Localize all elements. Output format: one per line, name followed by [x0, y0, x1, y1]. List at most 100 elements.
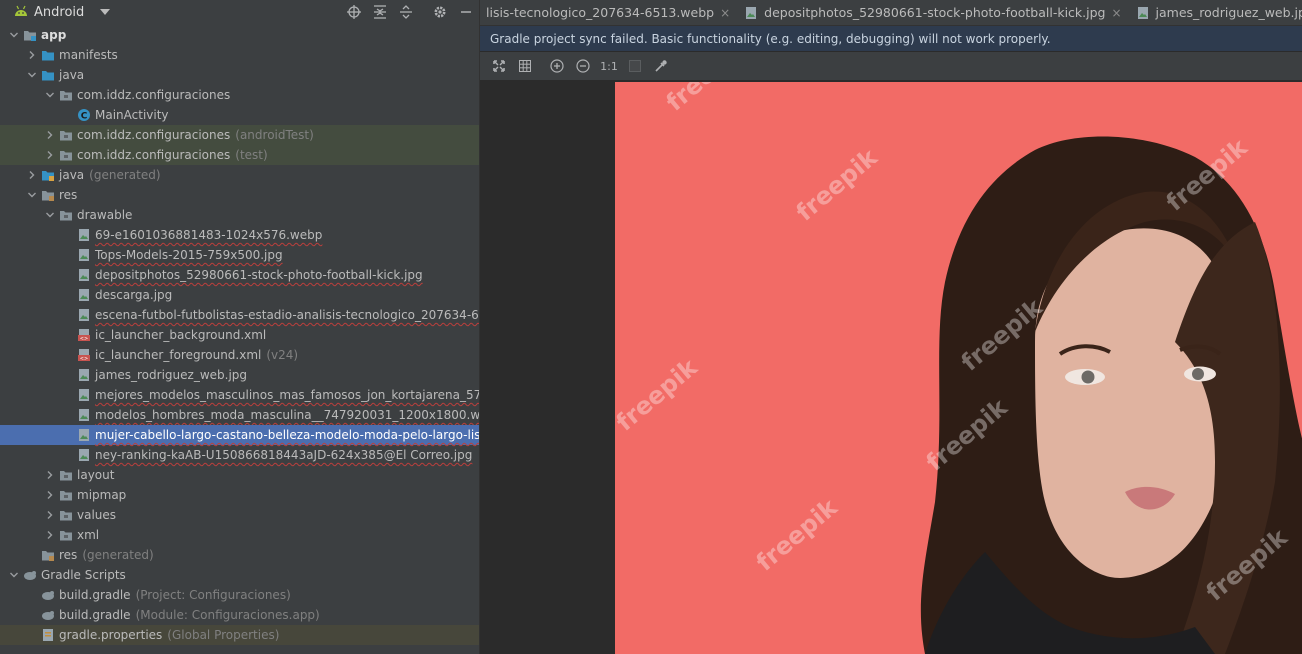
chevron-down-icon[interactable] — [42, 85, 58, 105]
tree-item[interactable]: mejores_modelos_masculinos_mas_famosos_j… — [0, 385, 479, 405]
tree-item[interactable]: <> ic_launcher_background.xml — [0, 325, 479, 345]
tree-item[interactable]: java (generated) — [0, 165, 479, 185]
tree-item-label: manifests — [59, 48, 118, 62]
chevron-right-icon[interactable] — [42, 525, 58, 545]
chevron-right-icon[interactable] — [24, 45, 40, 65]
chevron-right-icon[interactable] — [42, 485, 58, 505]
expand-all-icon[interactable] — [393, 0, 419, 24]
package-icon — [58, 85, 74, 105]
tree-item[interactable]: depositphotos_52980661-stock-photo-footb… — [0, 265, 479, 285]
zoom-out-icon[interactable] — [570, 52, 596, 80]
tree-item-label: gradle.properties — [59, 628, 163, 642]
project-view-selector[interactable]: Android — [0, 0, 111, 24]
tree-item[interactable]: Tops-Models-2015-759x500.jpg — [0, 245, 479, 265]
tree-item-label: layout — [77, 468, 115, 482]
tree-item[interactable]: C MainActivity — [0, 105, 479, 125]
tree-item[interactable]: gradle.properties (Global Properties) — [0, 625, 479, 645]
tree-item-suffix: (generated) — [89, 168, 161, 182]
chevron-right-icon[interactable] — [42, 145, 58, 165]
chevron-down-icon[interactable] — [6, 565, 22, 585]
class-icon: C — [76, 105, 92, 125]
tree-item[interactable]: ney-ranking-kaAB-U150866818443aJD-624x38… — [0, 445, 479, 465]
grid-icon[interactable] — [512, 52, 538, 80]
tree-item[interactable]: com.iddz.configuraciones (androidTest) — [0, 125, 479, 145]
tree-item[interactable]: 69-e1601036881483-1024x576.webp — [0, 225, 479, 245]
package-icon — [58, 205, 74, 225]
tree-item[interactable]: <> ic_launcher_foreground.xml (v24) — [0, 345, 479, 365]
eyedropper-icon[interactable] — [648, 52, 674, 80]
tree-item[interactable]: build.gradle (Project: Configuraciones) — [0, 585, 479, 605]
tree-item[interactable]: build.gradle (Module: Configuraciones.app… — [0, 605, 479, 625]
gear-icon[interactable] — [427, 0, 453, 24]
tree-item[interactable]: xml — [0, 525, 479, 545]
tree-item-label: mejores_modelos_masculinos_mas_famosos_j… — [95, 388, 479, 402]
tree-item[interactable]: app — [0, 25, 479, 45]
tree-item-label: java — [59, 168, 85, 182]
tree-item[interactable]: layout — [0, 465, 479, 485]
tree-item-label: res — [59, 188, 78, 202]
tree-item-label: values — [77, 508, 117, 522]
editor-tab[interactable]: depositphotos_52980661-stock-photo-footb… — [738, 0, 1129, 25]
editor-tab[interactable]: lisis-tecnologico_207634-6513.webp × — [480, 0, 738, 25]
chevron-down-icon[interactable] — [42, 205, 58, 225]
tree-item[interactable]: values — [0, 505, 479, 525]
gradle-icon — [40, 605, 56, 625]
tree-item-label: ic_launcher_background.xml — [95, 328, 267, 342]
chevron-right-icon[interactable] — [24, 165, 40, 185]
tree-item[interactable]: mujer-cabello-largo-castano-belleza-mode… — [0, 425, 479, 445]
tree-item[interactable]: drawable — [0, 205, 479, 225]
tree-item[interactable]: res (generated) — [0, 545, 479, 565]
tree-item[interactable]: Gradle Scripts — [0, 565, 479, 585]
editor-tab-label: lisis-tecnologico_207634-6513.webp — [486, 5, 715, 20]
generated-folder-icon — [40, 165, 56, 185]
tree-item[interactable]: descarga.jpg — [0, 285, 479, 305]
chevron-right-icon[interactable] — [42, 465, 58, 485]
editor-tab-label: depositphotos_52980661-stock-photo-footb… — [764, 5, 1106, 20]
chevron-right-icon[interactable] — [42, 505, 58, 525]
zoom-in-icon[interactable] — [544, 52, 570, 80]
tree-item-label: mujer-cabello-largo-castano-belleza-mode… — [95, 428, 479, 442]
locate-icon[interactable] — [341, 0, 367, 24]
editor-tab[interactable]: james_rodriguez_web.jpg× — [1130, 0, 1302, 25]
background-icon[interactable] — [622, 52, 648, 80]
tree-item[interactable]: com.iddz.configuraciones — [0, 85, 479, 105]
actual-size-button[interactable]: 1:1 — [596, 52, 622, 80]
tree-item[interactable]: com.iddz.configuraciones (test) — [0, 145, 479, 165]
editor-tab-bar: lisis-tecnologico_207634-6513.webp × depos… — [480, 0, 1302, 26]
chevron-down-icon[interactable] — [24, 185, 40, 205]
image-file-icon — [1136, 6, 1150, 20]
resource-folder-icon — [40, 185, 56, 205]
tree-item[interactable]: james_rodriguez_web.jpg — [0, 365, 479, 385]
close-icon[interactable]: × — [1111, 6, 1121, 20]
image-canvas[interactable]: freepik freepik freepik freepik freepik … — [480, 80, 1302, 654]
tree-item-label: descarga.jpg — [95, 288, 173, 302]
chevron-right-icon[interactable] — [42, 125, 58, 145]
toolbar-divider — [419, 0, 427, 24]
image-file-icon — [76, 265, 92, 285]
tree-item[interactable]: escena-futbol-futbolistas-estadio-analis… — [0, 305, 479, 325]
tree-item[interactable]: res — [0, 185, 479, 205]
project-panel: Android app manifests java com.iddz.configu… — [0, 0, 479, 654]
tree-item[interactable]: java — [0, 65, 479, 85]
chevron-down-icon[interactable] — [24, 65, 40, 85]
image-file-icon — [76, 285, 92, 305]
tree-item[interactable]: manifests — [0, 45, 479, 65]
fit-icon[interactable] — [486, 52, 512, 80]
tree-item[interactable]: modelos_hombres_moda_masculina__74792003… — [0, 405, 479, 425]
image-file-icon — [76, 405, 92, 425]
tree-item[interactable]: mipmap — [0, 485, 479, 505]
xml-file-icon: <> — [76, 345, 92, 365]
close-icon[interactable]: × — [720, 6, 730, 20]
sync-failed-banner: Gradle project sync failed. Basic functi… — [480, 26, 1302, 51]
svg-text:<>: <> — [80, 336, 88, 342]
minimize-icon[interactable] — [453, 0, 479, 24]
chevron-down-icon[interactable] — [6, 25, 22, 45]
collapse-all-icon[interactable] — [367, 0, 393, 24]
image-file-icon — [76, 385, 92, 405]
